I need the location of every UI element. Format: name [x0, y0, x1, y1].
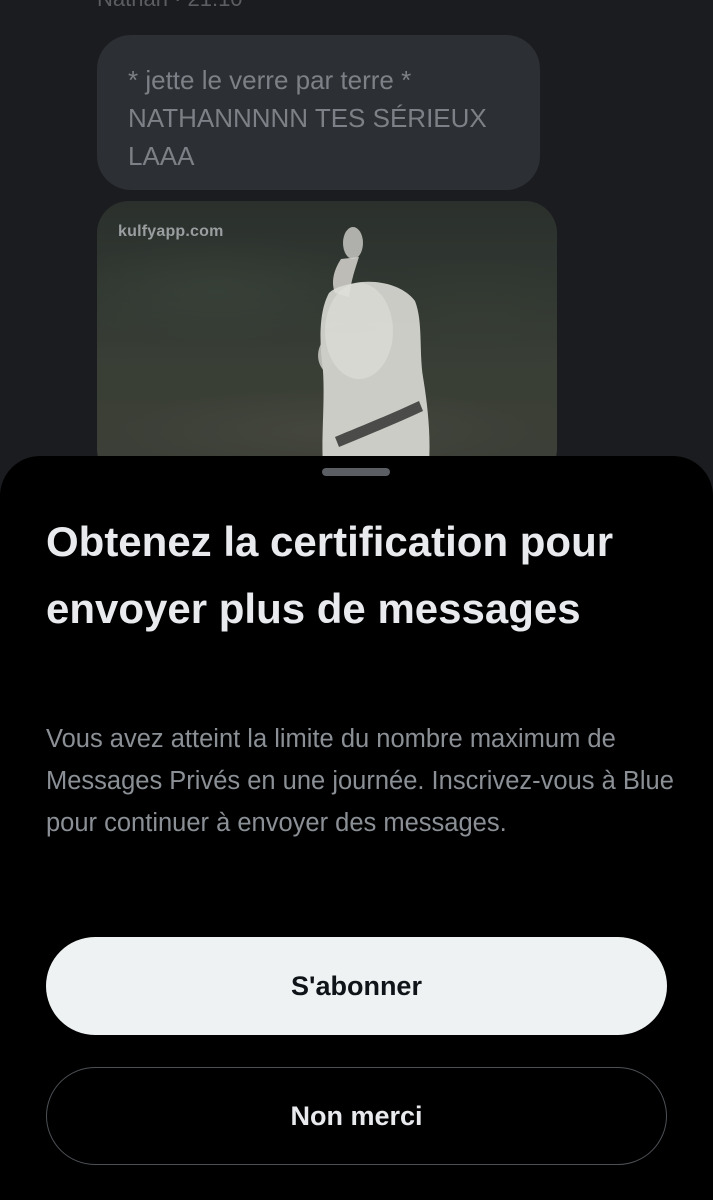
message-sender-timestamp: Nathan · 21:10 [97, 0, 243, 12]
verification-bottom-sheet: Obtenez la certification pour envoyer pl… [0, 456, 713, 1200]
media-watermark: kulfyapp.com [118, 223, 224, 240]
sheet-drag-handle[interactable] [322, 468, 390, 476]
media-figure-image [318, 227, 430, 463]
subscribe-button-label: S'abonner [291, 970, 422, 1001]
decline-button[interactable]: Non merci [46, 1067, 667, 1165]
dm-conversation-screen: Nathan · 21:10 * jette le verre par terr… [0, 0, 713, 1200]
sheet-description: Vous avez atteint la limite du nombre ma… [46, 725, 674, 837]
sheet-title: Obtenez la certification pour envoyer pl… [46, 518, 614, 632]
gif-media-message[interactable]: kulfyapp.com [97, 201, 557, 481]
subscribe-button[interactable]: S'abonner [46, 937, 667, 1035]
message-bubble[interactable]: * jette le verre par terre * NATHANNNNN … [97, 35, 540, 190]
message-line: * jette le verre par terre * [128, 65, 412, 95]
message-line: LAAA [128, 141, 195, 171]
message-line: NATHANNNNN TES SÉRIEUX [128, 103, 487, 133]
decline-button-label: Non merci [290, 1100, 423, 1131]
